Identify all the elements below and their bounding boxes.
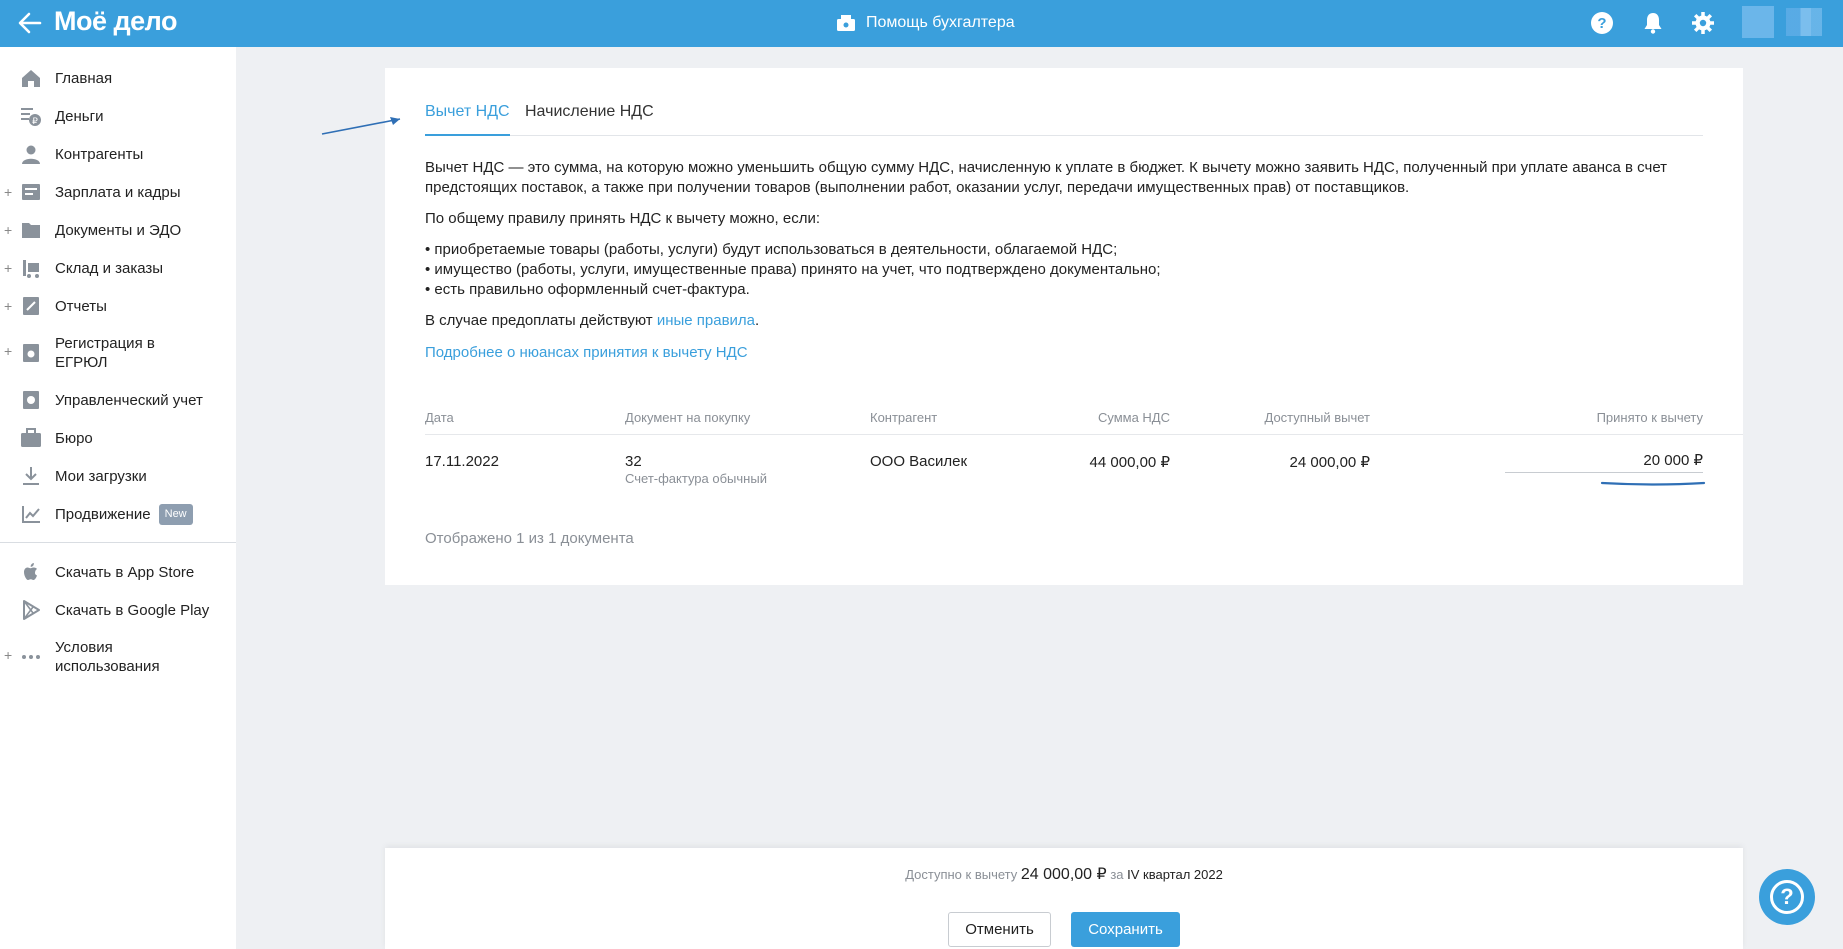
salary-icon xyxy=(22,184,40,200)
google-play-icon xyxy=(23,600,40,620)
expand-plus-icon[interactable]: + xyxy=(4,343,12,359)
sidebar-item-money[interactable]: ₽ Деньги xyxy=(0,105,236,127)
row-date: 17.11.2022 xyxy=(425,453,499,470)
sidebar-item-promotion[interactable]: Продвижение New xyxy=(0,503,236,525)
bullet-3: • есть правильно оформленный счет-фактур… xyxy=(425,281,750,298)
prepayment-text: В случае предоплаты действуют иные прави… xyxy=(425,312,760,329)
home-icon xyxy=(22,70,40,87)
logo[interactable]: Моё дело xyxy=(54,6,177,37)
sidebar-item-google-play[interactable]: Скачать в Google Play xyxy=(0,599,236,621)
sidebar-item-downloads[interactable]: Мои загрузки xyxy=(0,465,236,487)
sidebar-item-app-store[interactable]: Скачать в App Store xyxy=(0,561,236,583)
tab-vat-deduction[interactable]: Вычет НДС xyxy=(425,100,510,136)
header-divider xyxy=(425,434,1743,435)
sidebar-item-registration[interactable]: + Регистрация в ЕГРЮЛ xyxy=(0,333,236,373)
tab-vat-accrual[interactable]: Начисление НДС xyxy=(525,100,654,136)
sidebar-item-main[interactable]: Главная xyxy=(0,67,236,89)
briefcase-icon xyxy=(21,428,41,447)
row-doc-number[interactable]: 32 xyxy=(625,453,642,470)
sidebar-item-warehouse[interactable]: + Склад и заказы xyxy=(0,257,236,279)
col-vat-sum: Сумма НДС xyxy=(1097,410,1170,425)
sidebar-item-salary[interactable]: + Зарплата и кадры xyxy=(0,181,236,203)
rule-title: По общему правилу принять НДС к вычету м… xyxy=(425,210,821,227)
management-icon xyxy=(23,391,39,409)
expand-plus-icon[interactable]: + xyxy=(4,647,12,663)
accountant-help-link[interactable]: Помощь бухгалтера xyxy=(836,10,1015,36)
bullet-1: • приобретаемые товары (работы, услуги) … xyxy=(425,241,1118,258)
vat-deduction-card: Вычет НДС Начисление НДС Вычет НДС — это… xyxy=(385,68,1743,585)
money-icon: ₽ xyxy=(21,108,41,126)
available-summary: Доступно к вычету 24 000,00 ₽ за IV квар… xyxy=(905,866,1223,883)
sidebar-item-management[interactable]: Управленческий учет xyxy=(0,389,236,411)
sidebar: Главная ₽ Деньги Контрагенты + Зарплата … xyxy=(0,47,236,949)
svg-text:₽: ₽ xyxy=(32,116,38,126)
bell-icon[interactable] xyxy=(1641,11,1665,35)
row-vat-sum: 44 000,00 ₽ xyxy=(1089,454,1170,471)
sidebar-item-reports[interactable]: + Отчеты xyxy=(0,295,236,317)
svg-text:?: ? xyxy=(1597,15,1606,32)
intro-text: Вычет НДС — это сумма, на которую можно … xyxy=(425,159,1668,196)
expand-plus-icon[interactable]: + xyxy=(4,260,12,276)
helper-label: Помощь бухгалтера xyxy=(866,14,1015,31)
col-date: Дата xyxy=(425,410,454,425)
company-switcher[interactable] xyxy=(1786,8,1822,36)
documents-icon xyxy=(22,223,40,238)
expand-plus-icon[interactable]: + xyxy=(4,184,12,200)
expand-plus-icon[interactable]: + xyxy=(4,222,12,238)
col-document: Документ на покупку xyxy=(625,410,751,425)
warehouse-icon xyxy=(23,260,39,278)
bottom-action-bar: Доступно к вычету 24 000,00 ₽ за IV квар… xyxy=(385,848,1743,949)
contractors-icon xyxy=(22,145,40,164)
sidebar-item-documents[interactable]: + Документы и ЭДО xyxy=(0,219,236,241)
expand-plus-icon[interactable]: + xyxy=(4,298,12,314)
help-question-icon: ? xyxy=(1770,880,1804,914)
more-icon xyxy=(22,655,40,659)
sidebar-item-terms[interactable]: + Условия использования xyxy=(0,637,236,677)
help-question-icon[interactable]: ? xyxy=(1590,11,1614,35)
more-details-link[interactable]: Подробнее о нюансах принятия к вычету НД… xyxy=(425,343,748,363)
col-available: Доступный вычет xyxy=(1264,410,1371,425)
row-contractor-link[interactable]: ООО Василек xyxy=(870,453,967,470)
promotion-icon xyxy=(22,506,40,523)
back-arrow-icon[interactable] xyxy=(16,9,44,37)
cancel-button[interactable]: Отменить xyxy=(948,912,1051,947)
accepted-amount-input[interactable]: 20 000 ₽ xyxy=(1505,451,1703,473)
bullet-2: • имущество (работы, услуги, имущественн… xyxy=(425,261,1161,278)
cashbox-icon xyxy=(837,15,855,31)
gear-icon[interactable] xyxy=(1691,11,1715,35)
row-doc-type: Счет-фактура обычный xyxy=(625,471,767,486)
registration-icon xyxy=(23,344,39,362)
other-rules-link[interactable]: иные правила xyxy=(657,312,755,329)
sidebar-item-bureau[interactable]: Бюро xyxy=(0,427,236,449)
download-icon xyxy=(23,467,39,485)
avatar[interactable] xyxy=(1742,6,1774,38)
new-badge: New xyxy=(158,503,193,525)
top-bar: Моё дело Помощь бухгалтера ? xyxy=(0,0,1843,47)
help-chat-button[interactable]: ? xyxy=(1759,869,1815,925)
tabs: Вычет НДС Начисление НДС xyxy=(425,100,1703,136)
apple-icon xyxy=(24,563,37,580)
col-contractor: Контрагент xyxy=(870,410,938,425)
save-button[interactable]: Сохранить xyxy=(1071,912,1180,947)
sidebar-item-contractors[interactable]: Контрагенты xyxy=(0,143,236,165)
reports-icon xyxy=(23,297,39,315)
sidebar-divider xyxy=(0,542,236,543)
documents-count: Отображено 1 из 1 документа xyxy=(425,530,634,547)
col-accepted: Принято к вычету xyxy=(1596,410,1703,425)
row-available: 24 000,00 ₽ xyxy=(1289,454,1370,471)
